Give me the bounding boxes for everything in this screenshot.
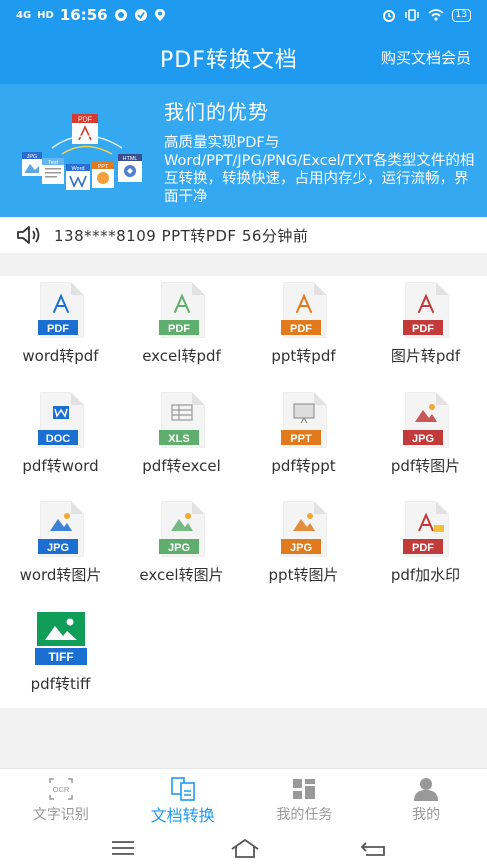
- nav-label: 文字识别: [32, 807, 89, 823]
- tool-pdfword[interactable]: DOC pdf转word: [0, 386, 121, 486]
- svg-text:TIFF: TIFF: [48, 650, 73, 664]
- tool-label: 图片转pdf: [390, 347, 461, 365]
- tool-label: pdf转word: [22, 457, 99, 475]
- svg-text:PDF: PDF: [412, 323, 434, 335]
- banner-title: 我们的优势: [164, 100, 269, 124]
- tool-wordpdf[interactable]: PDF word转pdf: [0, 276, 121, 376]
- svg-text:PPT: PPT: [290, 433, 312, 445]
- nav-item-ocr[interactable]: OCR 文字识别: [0, 769, 122, 828]
- svg-text:Word: Word: [71, 166, 84, 172]
- tool-pdfppt[interactable]: PPT pdf转ppt: [243, 386, 364, 486]
- nav-item-doc-convert[interactable]: 文档转换: [122, 769, 244, 828]
- tool-pdftiff[interactable]: TIFF pdf转tiff: [0, 604, 121, 704]
- section-divider: [0, 708, 487, 768]
- section-divider: [0, 253, 487, 276]
- svg-text:XLS: XLS: [168, 433, 189, 445]
- doc-convert-icon: [170, 777, 196, 801]
- tool-pdfexcel[interactable]: XLS pdf转excel: [121, 386, 242, 486]
- tool-label: pdf转ppt: [271, 457, 336, 475]
- vibrate-icon: [404, 9, 419, 21]
- svg-text:PDF: PDF: [168, 323, 190, 335]
- notice-bar: 138****8109 PPT转PDF 56分钟前: [0, 217, 487, 253]
- svg-text:DOC: DOC: [46, 433, 71, 445]
- svg-text:PDF: PDF: [290, 323, 312, 335]
- svg-text:JPG: JPG: [168, 542, 190, 554]
- svg-text:OCR: OCR: [53, 785, 70, 794]
- tool-pdf[interactable]: JPG pdf转图片: [365, 386, 486, 486]
- nav-label: 文档转换: [150, 806, 215, 825]
- nav-label: 我的: [412, 807, 441, 823]
- tool-word[interactable]: JPG word转图片: [0, 495, 121, 595]
- svg-text:JPG: JPG: [47, 542, 69, 554]
- tool-pdf[interactable]: PDF 图片转pdf: [365, 276, 486, 376]
- page-title: PDF转换文档: [160, 48, 298, 73]
- tool-ppt[interactable]: JPG ppt转图片: [243, 495, 364, 595]
- svg-text:PPT: PPT: [98, 164, 109, 170]
- tool-label: pdf转excel: [142, 457, 221, 475]
- nav-item-profile[interactable]: 我的: [365, 769, 487, 828]
- nav-item-tasks[interactable]: 我的任务: [244, 769, 366, 828]
- app-notification-icon: [114, 9, 127, 21]
- tool-label: word转pdf: [22, 347, 99, 365]
- notice-text: 138****8109 PPT转PDF 56分钟前: [54, 226, 309, 245]
- status-bar: 4G HD 16:56 13: [0, 0, 487, 30]
- tool-excelpdf[interactable]: PDF excel转pdf: [121, 276, 242, 376]
- advantage-banner: PDF JPG Text Word PPT HTML 我们的优势 高质量实现PD…: [0, 84, 487, 217]
- svg-text:JPG: JPG: [412, 433, 434, 445]
- system-nav-bar: [0, 828, 487, 866]
- home-icon[interactable]: [229, 837, 261, 859]
- svg-text:Text: Text: [48, 160, 59, 166]
- status-time: 16:56: [59, 6, 108, 24]
- bottom-nav: OCR 文字识别 文档转换 我的任务 我的: [0, 768, 487, 828]
- file-formats-illustration: PDF JPG Text Word PPT HTML: [22, 114, 142, 190]
- location-icon: [154, 9, 165, 21]
- tool-excel[interactable]: JPG excel转图片: [121, 495, 242, 595]
- app-header: PDF转换文档 购买文档会员: [0, 30, 487, 84]
- back-icon[interactable]: [360, 839, 386, 857]
- tool-pptpdf[interactable]: PDF ppt转pdf: [243, 276, 364, 376]
- tool-pdf[interactable]: PDF pdf加水印: [365, 495, 486, 595]
- tool-label: pdf转图片: [390, 457, 461, 475]
- tool-label: excel转pdf: [142, 347, 221, 365]
- alarm-icon: [382, 10, 395, 22]
- wifi-icon: [427, 9, 444, 21]
- svg-text:PDF: PDF: [78, 117, 92, 124]
- menu-icon[interactable]: [110, 840, 136, 856]
- svg-text:PDF: PDF: [412, 542, 434, 554]
- tool-label: excel转图片: [139, 566, 224, 584]
- signal-icon: 4G: [16, 9, 32, 21]
- nav-label: 我的任务: [276, 807, 333, 823]
- svg-text:JPG: JPG: [27, 154, 38, 160]
- banner-description: 高质量实现PDF与Word/PPT/JPG/PNG/Excel/TXT各类型文件…: [164, 135, 475, 205]
- svg-text:HTML: HTML: [123, 156, 138, 162]
- hd-icon: HD: [37, 9, 54, 21]
- app-notification-icon: [134, 9, 147, 21]
- tool-label: ppt转图片: [268, 566, 339, 584]
- tasks-icon: [291, 777, 317, 801]
- tool-label: ppt转pdf: [271, 347, 336, 365]
- tool-label: pdf加水印: [390, 566, 461, 584]
- profile-icon: [413, 777, 439, 801]
- ocr-icon: OCR: [48, 777, 74, 801]
- speaker-icon: [17, 226, 40, 244]
- tool-label: pdf转tiff: [30, 675, 91, 693]
- svg-text:PDF: PDF: [47, 323, 69, 335]
- tool-label: word转图片: [19, 566, 102, 584]
- buy-vip-button[interactable]: 购买文档会员: [381, 47, 471, 68]
- svg-text:JPG: JPG: [290, 542, 312, 554]
- battery-icon: 13: [451, 8, 471, 22]
